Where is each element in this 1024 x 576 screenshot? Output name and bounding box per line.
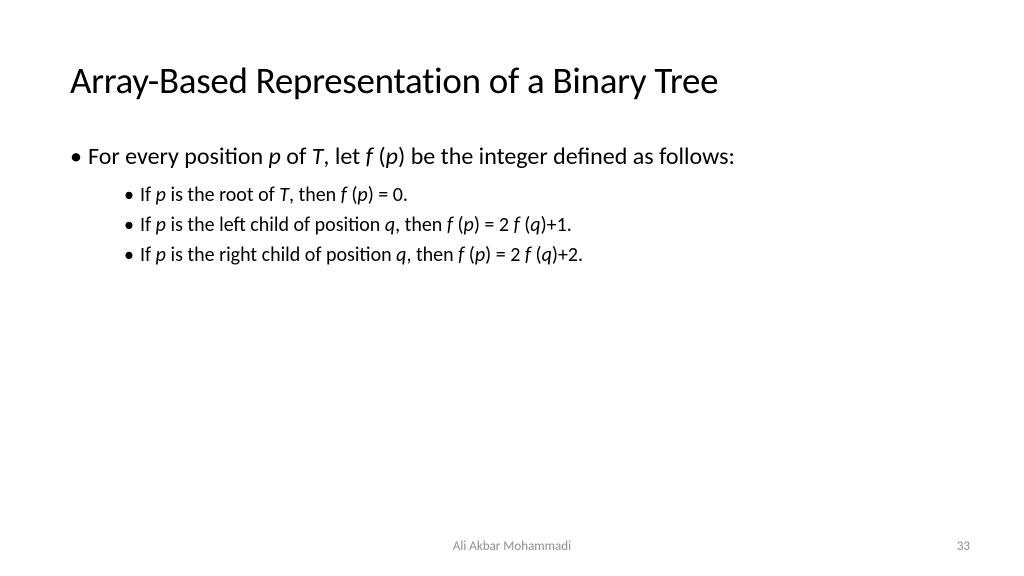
sub-bullet-root: If p is the root of T, then f (p) = 0. (124, 182, 954, 209)
text: is the root of (166, 183, 279, 207)
text: )+1. (541, 213, 572, 237)
text: , then (289, 183, 341, 207)
text: For every position (88, 142, 269, 171)
sub-bullet-right-child: If p is the right child of position q, t… (124, 242, 954, 269)
var-T: T (312, 142, 324, 171)
var-p: p (475, 243, 485, 267)
text: ( (378, 142, 385, 171)
var-q: q (530, 213, 540, 237)
var-p: p (269, 142, 281, 171)
text: ) = 0. (368, 183, 408, 207)
text: , let (323, 142, 365, 171)
var-p: p (386, 142, 398, 171)
var-T: T (279, 183, 289, 207)
var-q: q (542, 243, 552, 267)
text: , then (406, 243, 458, 267)
text: of (281, 142, 312, 171)
sub-bullet-list: If p is the root of T, then f (p) = 0. I… (70, 182, 954, 269)
text: is the right child of position (166, 243, 396, 267)
var-q: q (396, 243, 406, 267)
func-f: f (514, 213, 525, 237)
text: ) = 2 (485, 243, 525, 267)
slide-page-number: 33 (957, 539, 970, 554)
var-p: p (156, 243, 166, 267)
text: If (140, 213, 156, 237)
slide-footer-author: Ali Akbar Mohammadi (0, 539, 1024, 554)
func-f: f (447, 213, 458, 237)
func-f: f (458, 243, 469, 267)
text: ) = 2 (474, 213, 514, 237)
text: is the left child of position (166, 213, 385, 237)
sub-bullet-left-child: If p is the left child of position q, th… (124, 212, 954, 239)
var-p: p (156, 213, 166, 237)
slide-content: Array-Based Representation of a Binary T… (0, 0, 1024, 269)
main-bullet: For every position p of T, let f (p) be … (70, 141, 954, 172)
text: If (140, 243, 156, 267)
func-f: f (341, 183, 352, 207)
text: )+2. (552, 243, 583, 267)
slide-title: Array-Based Representation of a Binary T… (70, 58, 954, 103)
func-f: f (366, 142, 379, 171)
text: , then (395, 213, 447, 237)
text: If (140, 183, 156, 207)
var-p: p (357, 183, 367, 207)
func-f: f (525, 243, 536, 267)
var-p: p (156, 183, 166, 207)
var-p: p (464, 213, 474, 237)
text: ) be the integer defined as follows: (398, 142, 735, 171)
var-q: q (385, 213, 395, 237)
